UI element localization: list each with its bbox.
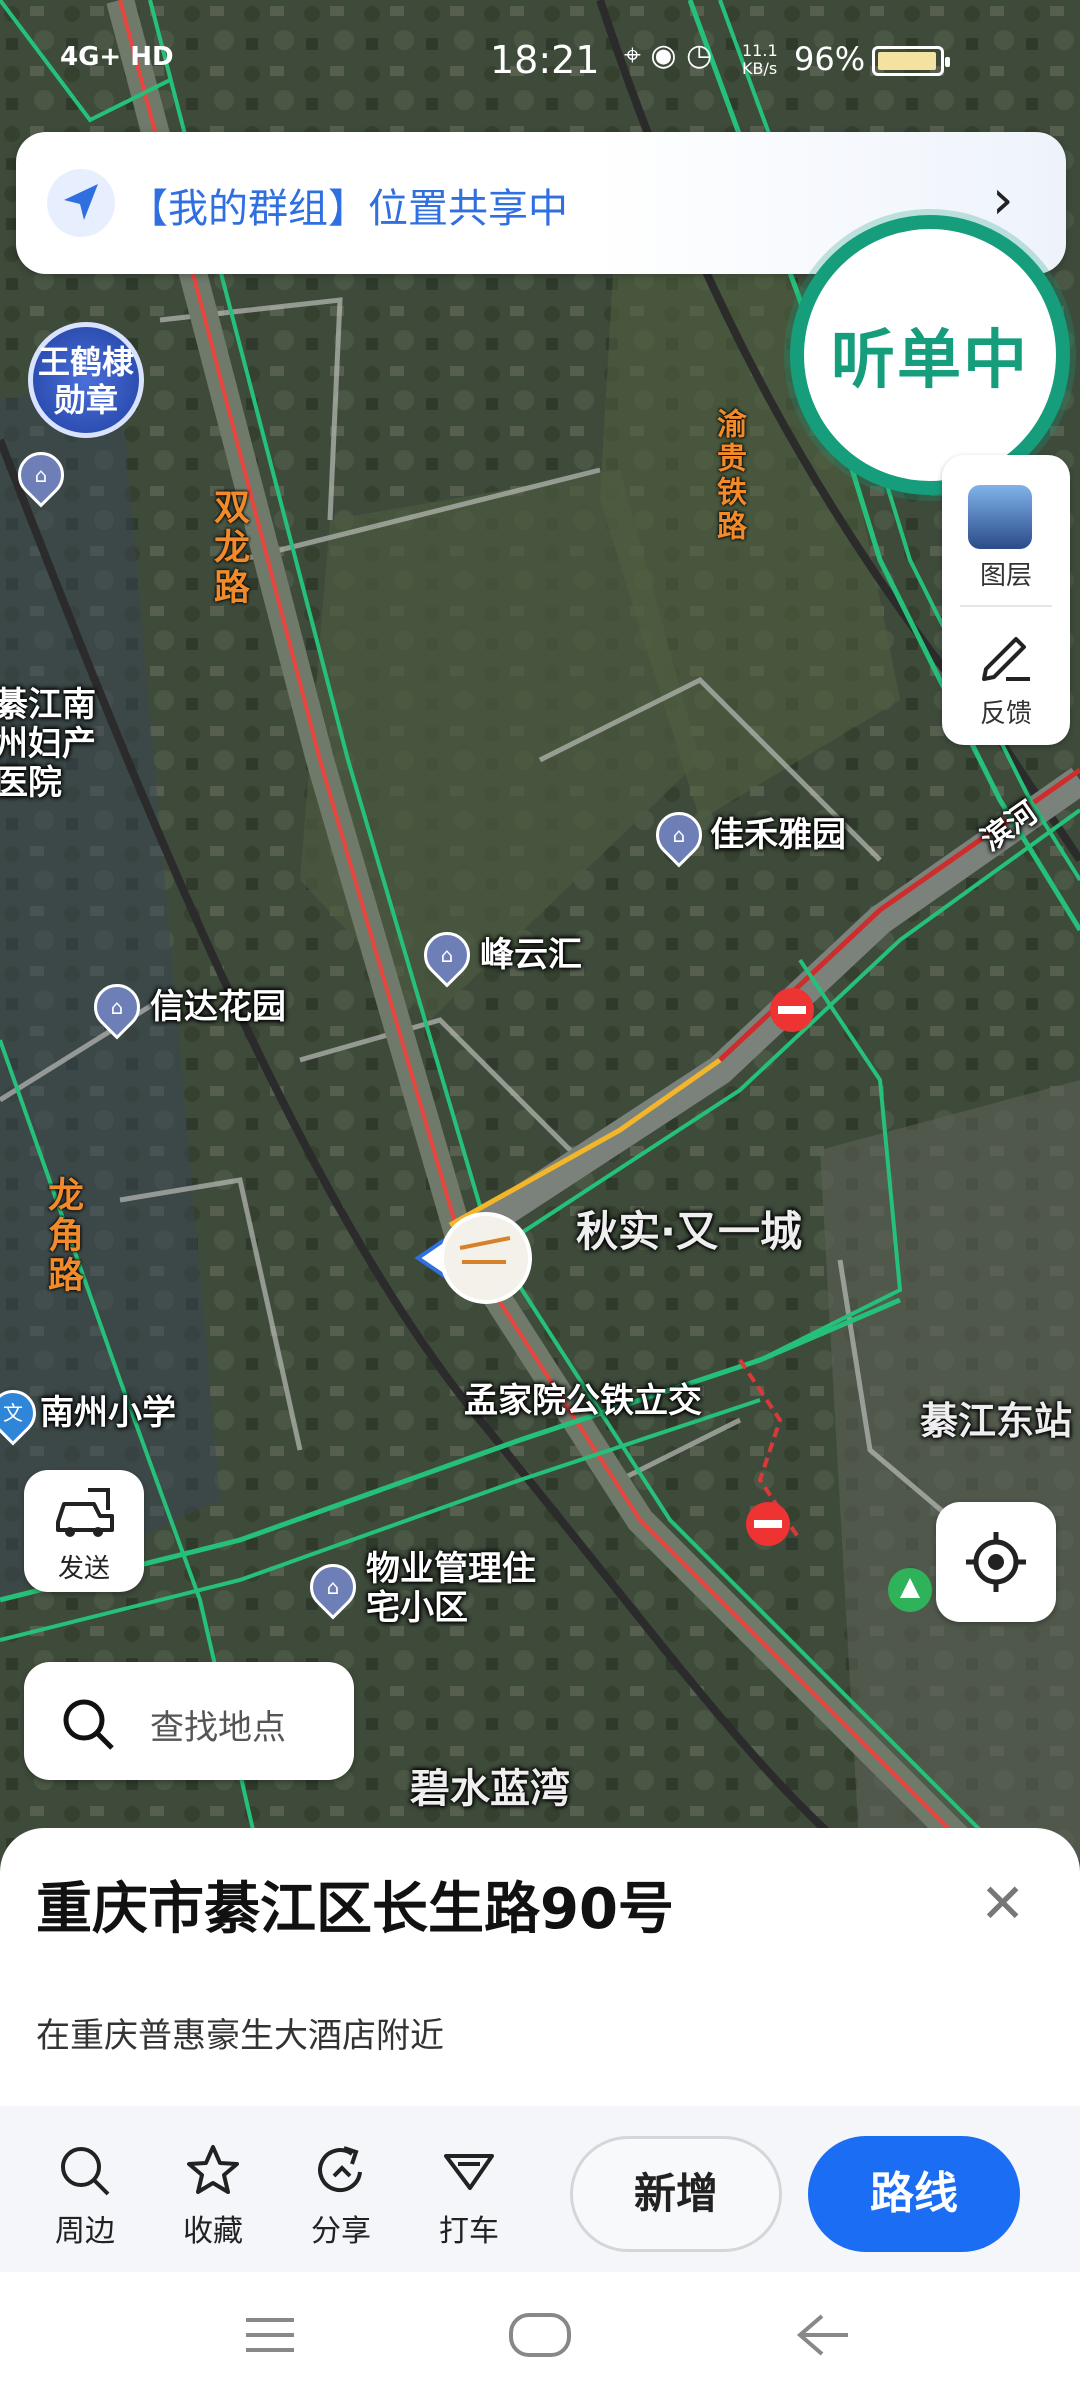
back-icon[interactable] [792,2310,852,2360]
close-icon[interactable]: ✕ [980,1872,1025,1935]
listening-orders-badge[interactable]: 听单中 [790,215,1070,495]
road-label-shuanglong: 双龙路 [208,488,249,608]
share-label: 分享 [311,2214,371,2249]
taxi-label: 打车 [439,2214,499,2249]
favorite-label: 收藏 [183,2214,243,2249]
taxi-button[interactable]: 打车 [414,2136,524,2250]
road-label-longjiao: 龙角路 [42,1176,83,1296]
locate-me-button[interactable] [936,1502,1056,1622]
place-title: 重庆市綦江区长生路90号 [36,1877,674,1942]
nearby-button[interactable]: 周边 [30,2136,140,2250]
no-entry-icon [746,1502,790,1546]
poi-jiahe[interactable]: 佳禾雅园 [710,815,846,855]
star-icon [187,2145,239,2194]
share-button[interactable]: 分享 [286,2136,396,2250]
clock: 18:21 [490,38,600,82]
area-label-qiushi[interactable]: 秋实·又一城 [576,1207,802,1256]
chevron-right-icon: › [992,168,1014,231]
taxi-icon [444,2154,494,2190]
home-icon[interactable] [508,2312,572,2358]
place-subtitle: 在重庆普惠豪生大酒店附近 [36,2016,444,2056]
battery-icon [872,46,950,76]
search-placeholder: 查找地点 [150,1708,286,1748]
area-label-bishui[interactable]: 碧水蓝湾 [410,1766,570,1812]
search-icon [61,2147,110,2196]
share-icon [318,2146,362,2193]
car-send-icon [56,1488,114,1537]
poi-nanzhou-school[interactable]: 南州小学 [40,1393,176,1433]
status-bar: 4G+ HD 18:21 ⌖ ◉ ◷ 11.1 KB/s 96% [0,0,1080,120]
favorite-button[interactable]: 收藏 [158,2136,268,2250]
menu-icon[interactable] [242,2314,298,2356]
search-icon [63,1699,114,1750]
nearby-label: 周边 [55,2214,115,2249]
send-car-button[interactable]: 发送 [24,1470,144,1592]
battery-fill [878,52,936,70]
location-icon: ⌖ ◉ ◷ [624,38,713,73]
poi-wuye[interactable]: 物业管理住宅小区 [366,1549,546,1628]
poi-mengjia-interchange[interactable]: 孟家院公铁立交 [464,1381,702,1421]
layers-avatar-icon[interactable] [968,485,1032,549]
signal-indicator: 4G+ HD [60,42,174,72]
search-place-box[interactable]: 查找地点 [24,1662,354,1780]
action-bar: 周边 收藏 分享 打车 新增 路线 [0,2106,1080,2276]
system-navigation-bar [0,2272,1080,2400]
send-label: 发送 [57,1554,110,1584]
park-pin-icon [888,1568,932,1612]
feedback-button[interactable]: 反馈 [942,693,1070,730]
group-banner-text: 【我的群组】位置共享中 [128,186,568,232]
network-speed: 11.1 KB/s [742,41,778,78]
listening-orders-label: 听单中 [831,324,1029,398]
route-button[interactable]: 路线 [808,2136,1020,2252]
map-tools-panel: 图层 反馈 [942,455,1070,745]
edit-pencil-icon[interactable] [976,625,1036,685]
crosshair-icon [966,1532,1026,1592]
battery-percent: 96% [794,40,866,78]
add-button[interactable]: 新增 [570,2136,782,2252]
medal-badge[interactable]: 王鹤棣 勋章 [28,322,144,438]
divider [960,605,1052,607]
layers-button[interactable]: 图层 [942,555,1070,592]
road-label-yugui: 渝贵铁路 [711,408,746,544]
poi-xinda[interactable]: 信达花园 [150,987,286,1027]
area-label-qijiang-east[interactable]: 綦江东站 [920,1399,1072,1444]
poi-hospital[interactable]: 綦江南州妇产医院 [0,685,124,803]
no-entry-icon [770,988,814,1032]
navigation-arrow-icon [47,169,115,237]
poi-fengyun[interactable]: 峰云汇 [480,935,582,975]
